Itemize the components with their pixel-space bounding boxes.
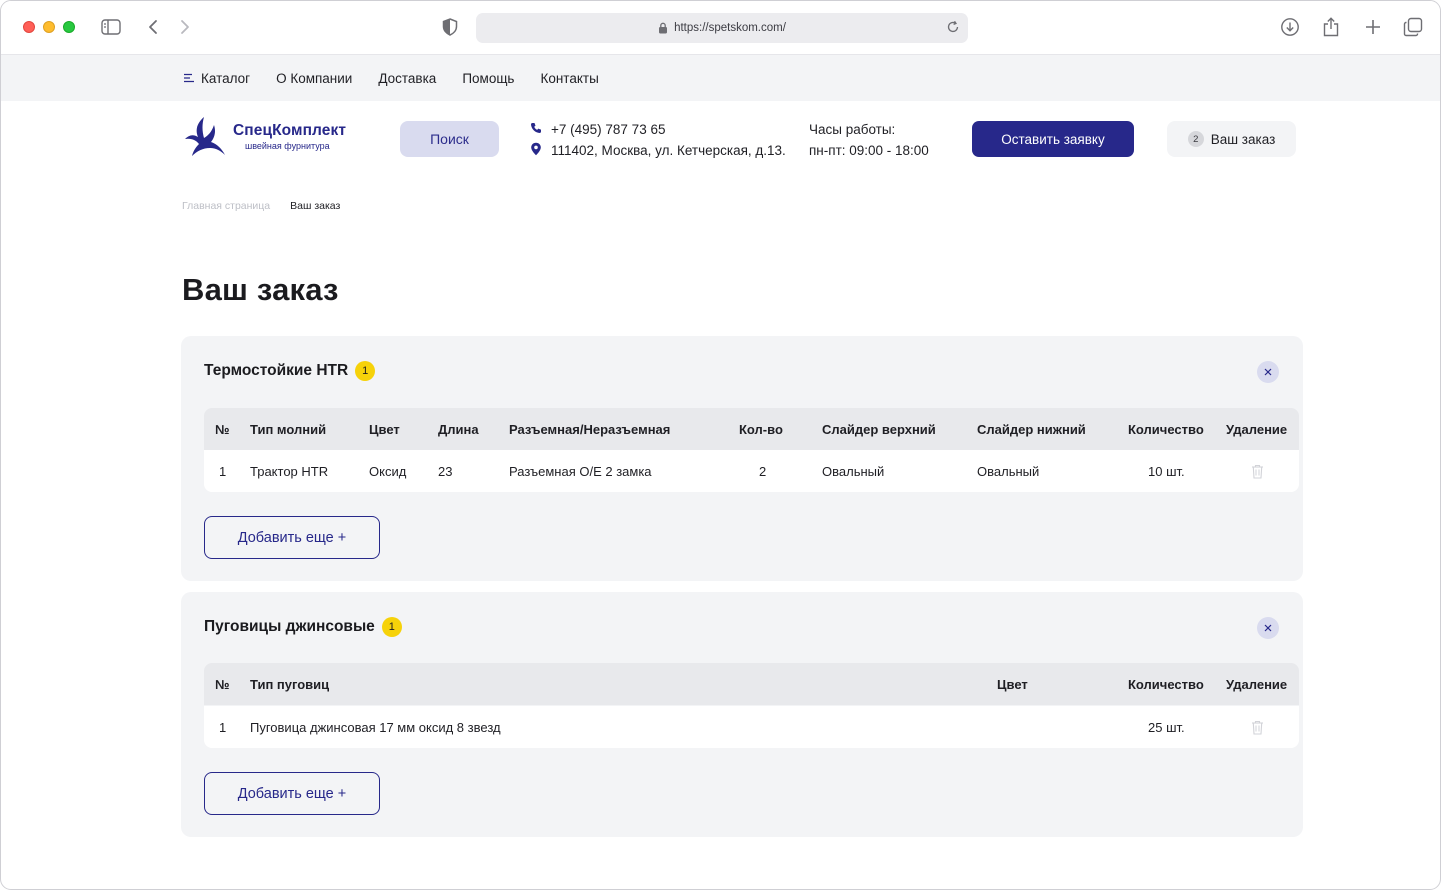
share-icon[interactable] (1319, 15, 1343, 39)
minimize-window-button[interactable] (43, 21, 55, 33)
remove-section-button[interactable] (1257, 361, 1279, 383)
top-navigation: Каталог О Компании Доставка Помощь Конта… (1, 55, 1440, 101)
cell-separating: Разъемная О/Е 2 замка (509, 463, 652, 479)
column-header: Удаление (1226, 421, 1288, 437)
column-header: Разъемная/Неразъемная (509, 421, 671, 437)
cell-zipper-type: Трактор HTR (250, 463, 329, 479)
nav-item-about[interactable]: О Компании (276, 71, 352, 86)
breadcrumb: Главная страница Ваш заказ (182, 200, 340, 212)
cell-quantity: 10 шт. (1148, 463, 1185, 479)
column-header: Количество (1128, 421, 1204, 437)
working-hours: Часы работы: пн-пт: 09:00 - 18:00 (809, 119, 929, 161)
browser-toolbar: https://spetskom.com/ (1, 1, 1440, 55)
download-icon[interactable] (1278, 15, 1302, 39)
section-count-badge: 1 (355, 361, 376, 381)
breadcrumb-current: Ваш заказ (290, 200, 341, 212)
address-bar[interactable]: https://spetskom.com/ (476, 13, 968, 43)
cell-number: 1 (219, 463, 227, 479)
page-title: Ваш заказ (182, 272, 339, 307)
section-title-text: Пуговицы джинсовые (204, 618, 375, 635)
section-title: Термостойкие HTR 1 (204, 361, 376, 381)
column-header: № (215, 421, 230, 437)
column-header: Цвет (369, 421, 400, 437)
close-icon (1264, 368, 1272, 376)
close-icon (1264, 624, 1272, 632)
logo-mark-icon (185, 117, 225, 156)
reload-icon[interactable] (946, 20, 960, 37)
sidebar-toggle-icon[interactable] (99, 15, 123, 39)
column-header: Тип молний (250, 421, 327, 437)
lock-icon (658, 22, 668, 34)
browser-window: https://spetskom.com/ Каталог О Компании… (0, 0, 1441, 890)
hours-label: Часы работы: (809, 122, 896, 137)
site-header: СпецКомплект швейная фурнитура Поиск +7 … (1, 101, 1440, 181)
your-order-button[interactable]: 2 Ваш заказ (1167, 121, 1296, 157)
section-count-badge: 1 (381, 617, 402, 637)
table-row: 1 Пуговица джинсовая 17 мм оксид 8 звезд… (204, 706, 1299, 748)
column-header: Удаление (1226, 676, 1288, 692)
forward-icon[interactable] (173, 15, 197, 39)
your-order-label: Ваш заказ (1210, 131, 1276, 147)
search-button[interactable]: Поиск (400, 121, 499, 157)
logo[interactable]: СпецКомплект швейная фурнитура (181, 115, 346, 157)
order-section-zippers: Термостойкие HTR 1 № Тип молний Цвет Дли… (181, 336, 1303, 581)
cell-slider-count: 2 (759, 463, 767, 479)
column-header: Слайдер нижний (977, 421, 1086, 437)
column-header: Слайдер верхний (822, 421, 936, 437)
table-header: № Тип молний Цвет Длина Разъемная/Неразъ… (204, 408, 1299, 450)
column-header: Длина (438, 421, 479, 437)
section-title-text: Термостойкие HTR (204, 362, 349, 379)
phone-number[interactable]: +7 (495) 787 73 65 (551, 122, 665, 137)
table-row: 1 Трактор HTR Оксид 23 Разъемная О/Е 2 з… (204, 450, 1299, 492)
nav-item-contacts[interactable]: Контакты (540, 71, 598, 86)
column-header: Количество (1128, 676, 1204, 692)
zoom-window-button[interactable] (63, 21, 75, 33)
cell-slider-top: Овальный (822, 463, 885, 479)
column-header: Кол-во (739, 421, 783, 437)
table-header: № Тип пуговиц Цвет Количество Удаление (204, 663, 1299, 705)
section-title: Пуговицы джинсовые 1 (204, 617, 402, 637)
location-pin-icon (530, 142, 542, 159)
menu-icon (183, 71, 195, 86)
add-more-button[interactable]: Добавить еще + (204, 516, 380, 559)
submit-request-button[interactable]: Оставить заявку (972, 121, 1134, 157)
column-header: Цвет (997, 676, 1028, 692)
back-icon[interactable] (141, 15, 165, 39)
nav-item-delivery[interactable]: Доставка (378, 71, 436, 86)
contacts-block: +7 (495) 787 73 65 111402, Москва, ул. К… (530, 119, 786, 161)
tab-overview-icon[interactable] (1401, 15, 1425, 39)
cell-quantity: 25 шт. (1148, 719, 1185, 735)
address-text: 111402, Москва, ул. Кетчерская, д.13. (551, 143, 786, 158)
column-header: № (215, 676, 230, 692)
order-count-badge: 2 (1187, 131, 1204, 147)
privacy-shield-icon[interactable] (438, 15, 462, 39)
trash-icon[interactable] (1251, 450, 1264, 492)
logo-name: СпецКомплект (233, 121, 347, 139)
nav-item-label: Каталог (201, 70, 251, 86)
phone-icon (530, 122, 542, 137)
logo-tagline: швейная фурнитура (245, 140, 330, 151)
new-tab-icon[interactable] (1361, 15, 1385, 39)
hours-value: пн-пт: 09:00 - 18:00 (809, 143, 929, 158)
order-section-buttons: Пуговицы джинсовые 1 № Тип пуговиц Цвет … (181, 592, 1303, 837)
column-header: Тип пуговиц (250, 676, 330, 692)
cell-slider-bottom: Овальный (977, 463, 1040, 479)
cell-button-type: Пуговица джинсовая 17 мм оксид 8 звезд (250, 719, 501, 735)
add-more-button[interactable]: Добавить еще + (204, 772, 380, 815)
cell-color: Оксид (369, 463, 407, 479)
cell-length: 23 (438, 463, 453, 479)
cell-number: 1 (219, 719, 227, 735)
remove-section-button[interactable] (1257, 617, 1279, 639)
breadcrumb-home[interactable]: Главная страница (182, 200, 270, 212)
url-text: https://spetskom.com/ (674, 22, 786, 34)
nav-item-catalog[interactable]: Каталог (183, 71, 250, 86)
trash-icon[interactable] (1251, 706, 1264, 748)
nav-item-help[interactable]: Помощь (462, 71, 514, 86)
close-window-button[interactable] (23, 21, 35, 33)
